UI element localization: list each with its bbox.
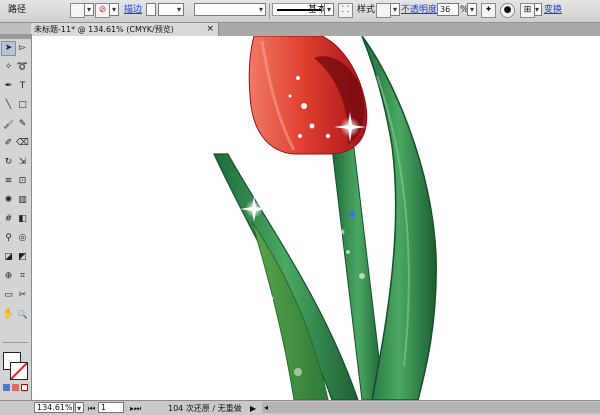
mesh-icon[interactable]: #	[2, 213, 15, 226]
transform-dropdown[interactable]	[534, 3, 542, 16]
pencil-icon[interactable]: ✎	[16, 118, 29, 131]
stroke-weight-stepper[interactable]	[146, 3, 156, 16]
perspective-grid-icon[interactable]: ⌗	[16, 270, 29, 283]
artboard-field[interactable]: 1	[98, 402, 124, 413]
selection-type-label: 路径	[8, 5, 27, 15]
lasso-icon[interactable]: ➰	[16, 61, 29, 74]
anchor-point	[349, 211, 355, 217]
blend-icon[interactable]: ◎	[16, 232, 29, 245]
zoom-field[interactable]: 134.61%	[34, 402, 74, 413]
control-bar: 路径 ⊘ 描边 基本 ⸬ 样式: 不透明度: 36 % ✦ ● ⊞ 变换	[0, 0, 600, 23]
variable-width-profile-select[interactable]	[194, 3, 266, 16]
type-icon[interactable]: T	[16, 80, 29, 93]
horizontal-scrollbar[interactable]: ◂	[262, 402, 600, 413]
document-setup-icon[interactable]: ●	[500, 3, 515, 18]
status-info: 104 次还原 / 无重做	[168, 404, 242, 413]
opacity-value: 36	[440, 5, 451, 14]
document-title: 未标题-11* @ 134.61% (CMYK/预览)	[34, 25, 174, 34]
artboard-canvas[interactable]	[32, 36, 600, 400]
status-bar: 134.61% ⏮ 1 ▸⏭ 104 次还原 / 无重做 ▶ ◂	[0, 400, 600, 415]
eraser-icon[interactable]: ⌫	[16, 137, 29, 150]
first-artboard-button[interactable]: ⏮	[88, 402, 95, 415]
free-transform-icon[interactable]: ⊡	[16, 175, 29, 188]
fill-dropdown[interactable]	[84, 3, 94, 16]
graph-icon[interactable]: ▥	[16, 194, 29, 207]
none-mode-button[interactable]	[21, 384, 28, 391]
fill-swatch[interactable]	[70, 3, 85, 18]
opacity-dropdown[interactable]	[467, 3, 477, 16]
stroke-link[interactable]: 描边	[124, 3, 142, 18]
transform-grid-icon[interactable]: ⊞	[520, 3, 535, 18]
gradient-icon[interactable]: ◧	[16, 213, 29, 226]
line-icon[interactable]: ╲	[2, 99, 15, 112]
style-label: 样式:	[357, 5, 379, 15]
stroke-dropdown[interactable]	[109, 3, 119, 16]
divider	[269, 3, 270, 19]
perspective-icon[interactable]: ⊕	[2, 270, 15, 283]
graphic-style-swatch[interactable]	[376, 3, 391, 18]
stroke-weight-field[interactable]	[158, 3, 184, 16]
color-mode-button[interactable]	[3, 384, 10, 391]
selection-icon[interactable]: ➤	[1, 41, 16, 56]
zoom-icon[interactable]: 🔍	[16, 308, 29, 321]
transform-link[interactable]: 变换	[544, 3, 562, 18]
tools-panel: ➤ ▻ ✧ ➰ ✒ T ╲ □ 🖌 ✎ ✐ ⌫ ↻ ⇲ ≋ ⊡ ✺ ▥ # ◧ ⚲ ◎ ◪ ◩ ⊕ ⌗ ▭ ✂ ✋ 🔍	[0, 34, 32, 400]
zoom-dropdown[interactable]	[75, 402, 84, 414]
left-leaf-shape	[213, 153, 359, 400]
brush-dropdown[interactable]	[324, 3, 334, 16]
stroke-swatch[interactable]: ⊘	[95, 3, 110, 18]
artboard-icon[interactable]: ▭	[2, 289, 15, 302]
zoom-value: 134.61%	[37, 403, 73, 412]
artboard-number: 1	[101, 403, 107, 412]
close-icon[interactable]: ×	[206, 23, 214, 36]
blob-brush-icon[interactable]: ✐	[2, 137, 15, 150]
recolor-artwork-icon[interactable]: ✦	[481, 3, 496, 18]
next-artboard-button[interactable]: ▸⏭	[130, 402, 141, 415]
tulip-artwork	[213, 36, 437, 400]
status-menu-arrow[interactable]: ▶	[250, 402, 256, 415]
stroke-color-swatch[interactable]	[10, 362, 28, 380]
divider	[2, 342, 28, 343]
direct-selection-icon[interactable]: ▻	[16, 42, 29, 55]
opacity-field[interactable]: 36	[437, 3, 459, 16]
pen-icon[interactable]: ✒	[2, 80, 15, 93]
live-paint-select-icon[interactable]: ◩	[16, 251, 29, 264]
rectangle-icon[interactable]: □	[16, 99, 29, 112]
live-paint-icon[interactable]: ◪	[2, 251, 15, 264]
scroll-left-arrow[interactable]: ◂	[264, 401, 268, 414]
tab-bar: 未标题-11* @ 134.61% (CMYK/预览) ×	[31, 23, 600, 36]
scale-icon[interactable]: ⇲	[16, 156, 29, 169]
graphic-style-dropdown[interactable]	[390, 3, 400, 16]
eyedropper-icon[interactable]: ⚲	[2, 232, 15, 245]
paintbrush-icon[interactable]: 🖌	[2, 118, 15, 131]
hand-icon[interactable]: ✋	[2, 308, 15, 321]
document-tab[interactable]: 未标题-11* @ 134.61% (CMYK/预览) ×	[31, 23, 219, 36]
symbol-sprayer-icon[interactable]: ✺	[2, 194, 15, 207]
opacity-link[interactable]: 不透明度:	[401, 3, 440, 18]
slice-icon[interactable]: ✂	[16, 289, 29, 302]
panel-grip[interactable]	[0, 34, 31, 39]
magic-wand-icon[interactable]: ✧	[2, 61, 15, 74]
warp-icon[interactable]: ≋	[2, 175, 15, 188]
rotate-icon[interactable]: ↻	[2, 156, 15, 169]
align-options-icon[interactable]: ⸬	[338, 3, 353, 18]
gradient-mode-button[interactable]	[12, 384, 19, 391]
